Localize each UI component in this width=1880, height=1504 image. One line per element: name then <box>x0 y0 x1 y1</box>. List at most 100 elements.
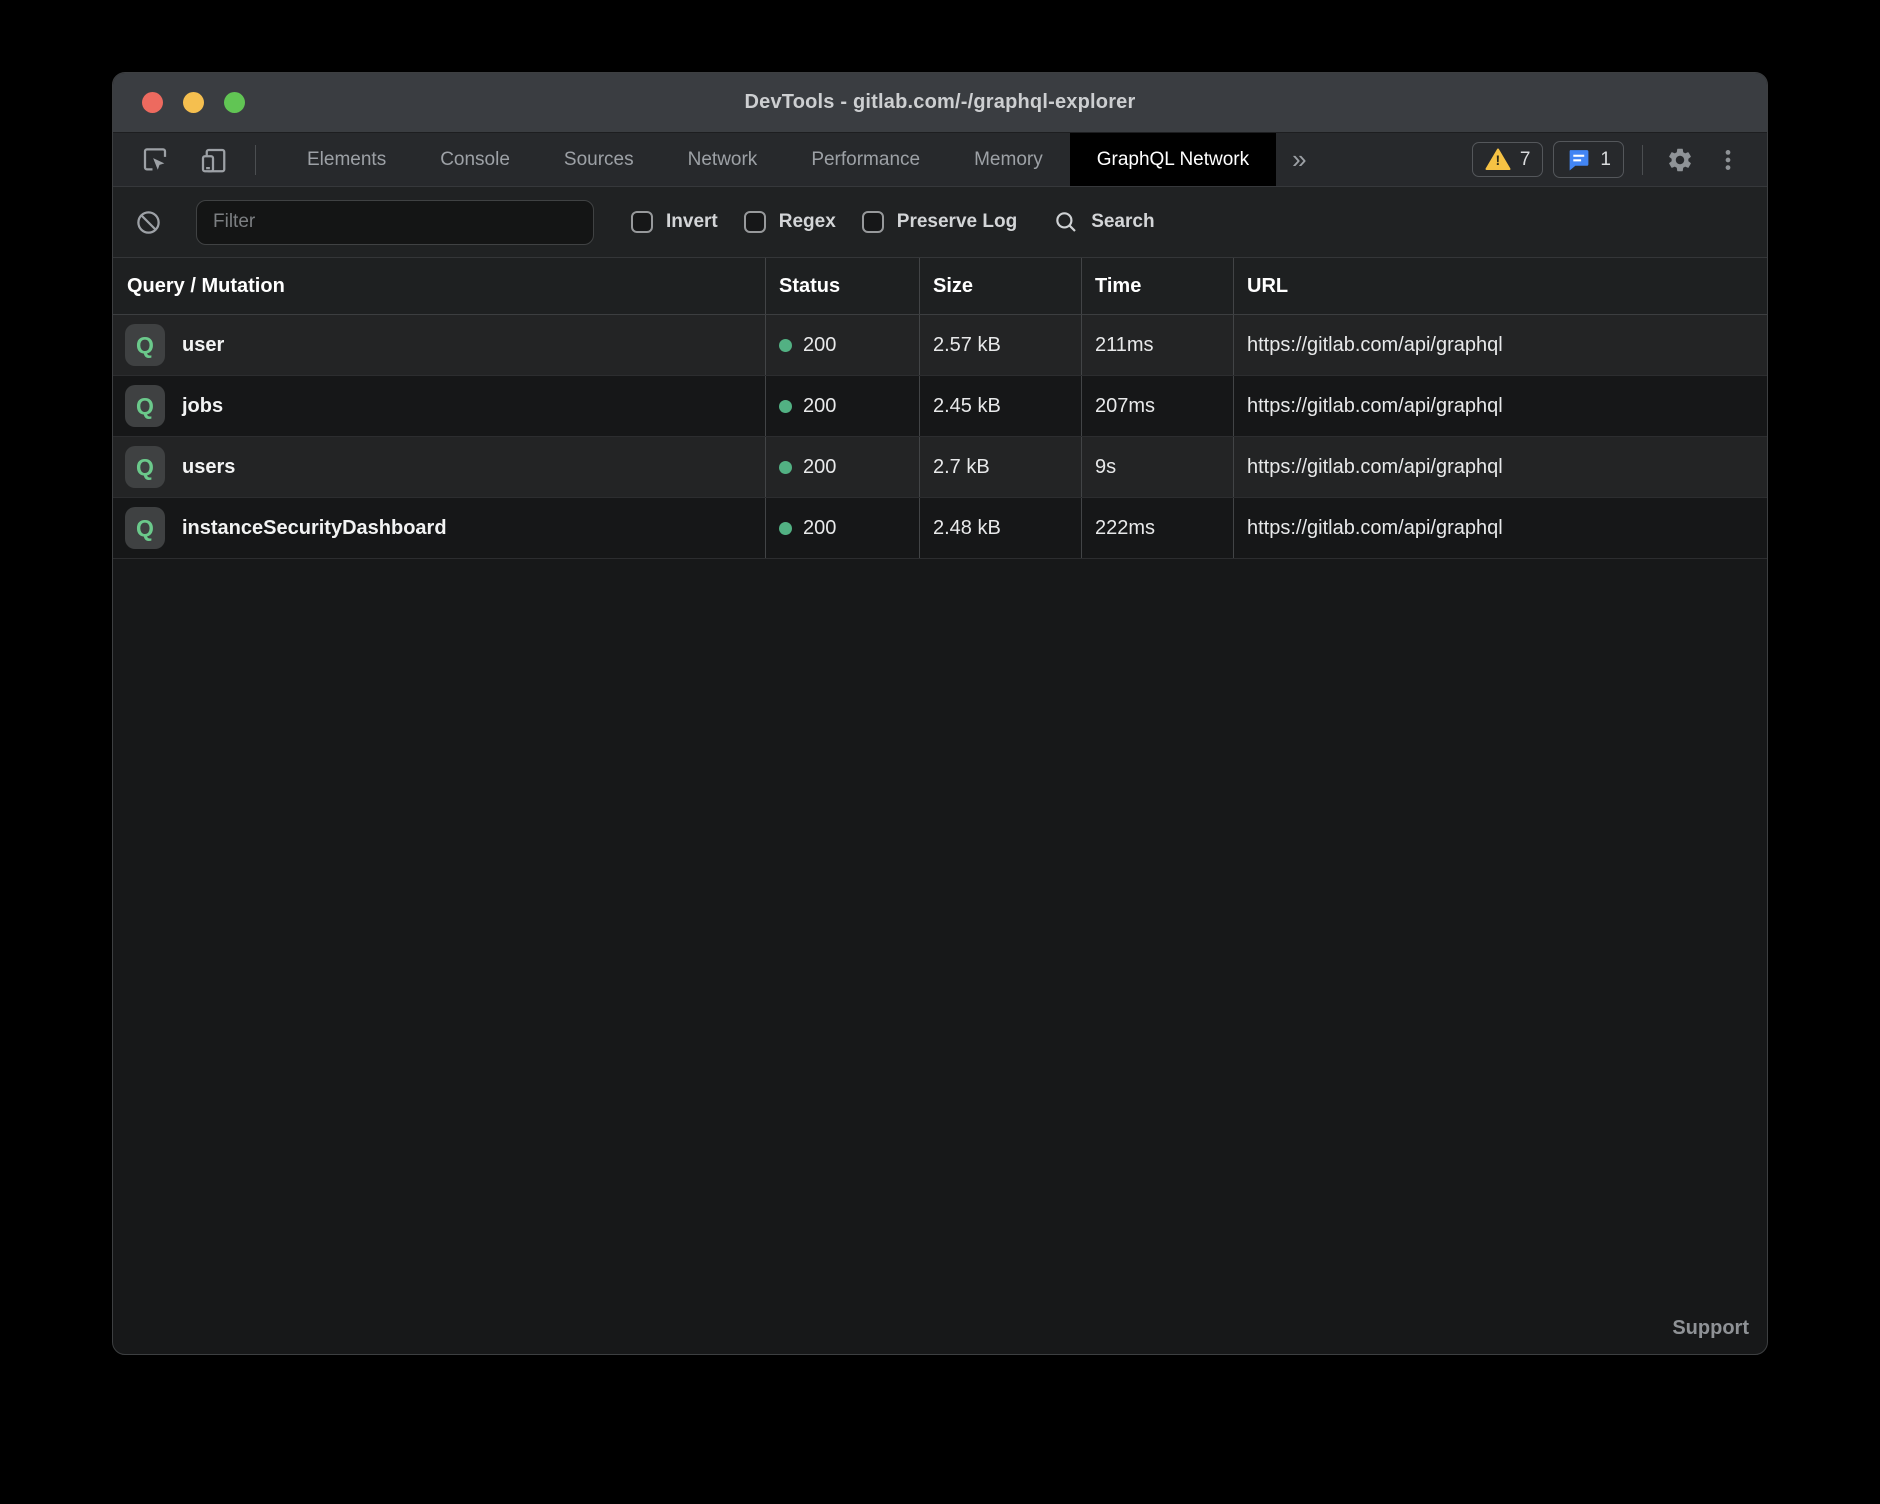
support-link[interactable]: Support <box>1672 1317 1749 1340</box>
query-type-badge: Q <box>125 507 165 549</box>
toolbar-left-icons <box>113 133 280 186</box>
cell-query: Q users <box>113 437 765 497</box>
window-titlebar: DevTools - gitlab.com/-/graphql-explorer <box>113 73 1767 133</box>
warning-triangle-icon: ! <box>1485 148 1511 171</box>
column-header-label: URL <box>1247 275 1288 298</box>
cell-query: Q instanceSecurityDashboard <box>113 498 765 558</box>
table-row[interactable]: Q instanceSecurityDashboard 200 2.48 kB … <box>113 498 1767 559</box>
size-value: 2.45 kB <box>933 395 1001 418</box>
cell-status: 200 <box>765 498 919 558</box>
cell-time: 207ms <box>1081 376 1233 436</box>
query-name: user <box>182 334 224 357</box>
status-ok-dot-icon <box>779 522 792 535</box>
tab-console[interactable]: Console <box>413 133 537 186</box>
column-header-label: Query / Mutation <box>127 275 285 298</box>
status-code: 200 <box>803 334 836 357</box>
panel-empty-area: Support <box>113 559 1767 1354</box>
tab-memory[interactable]: Memory <box>947 133 1070 186</box>
tab-performance[interactable]: Performance <box>784 133 947 186</box>
query-type-badge: Q <box>125 446 165 488</box>
search-control[interactable]: Search <box>1053 209 1154 235</box>
cell-status: 200 <box>765 376 919 436</box>
cell-status: 200 <box>765 315 919 375</box>
table-row[interactable]: Q jobs 200 2.45 kB 207ms https://gitlab.… <box>113 376 1767 437</box>
column-header-status[interactable]: Status <box>765 258 919 314</box>
time-value: 207ms <box>1095 395 1155 418</box>
tab-graphql-network[interactable]: GraphQL Network <box>1070 133 1276 186</box>
column-header-label: Status <box>779 275 840 298</box>
tab-sources[interactable]: Sources <box>537 133 661 186</box>
regex-label[interactable]: Regex <box>779 211 836 233</box>
toolbar-right-cluster: ! 7 1 <box>1472 133 1767 186</box>
warning-count: 7 <box>1520 149 1531 171</box>
size-value: 2.7 kB <box>933 456 990 479</box>
table-row[interactable]: Q users 200 2.7 kB 9s https://gitlab.com… <box>113 437 1767 498</box>
settings-gear-icon[interactable] <box>1661 141 1699 179</box>
url-value: https://gitlab.com/api/graphql <box>1247 456 1503 479</box>
tab-elements[interactable]: Elements <box>280 133 413 186</box>
warning-exclamation: ! <box>1485 152 1511 168</box>
devtools-tabbar: Elements Console Sources Network Perform… <box>113 133 1767 187</box>
status-code: 200 <box>803 517 836 540</box>
window-title: DevTools - gitlab.com/-/graphql-explorer <box>113 91 1767 114</box>
size-value: 2.48 kB <box>933 517 1001 540</box>
query-name: instanceSecurityDashboard <box>182 517 447 540</box>
tab-label: Sources <box>564 149 634 171</box>
preserve-log-checkbox-group: Preserve Log <box>862 211 1017 233</box>
time-value: 222ms <box>1095 517 1155 540</box>
toolbar-separator <box>255 145 256 175</box>
cell-size: 2.7 kB <box>919 437 1081 497</box>
filter-input[interactable] <box>196 200 594 245</box>
tab-label: Performance <box>811 149 920 171</box>
column-header-size[interactable]: Size <box>919 258 1081 314</box>
devtools-window: DevTools - gitlab.com/-/graphql-explorer <box>112 72 1768 1355</box>
preserve-log-checkbox[interactable] <box>862 211 884 233</box>
cell-query: Q user <box>113 315 765 375</box>
column-header-label: Time <box>1095 275 1141 298</box>
warnings-badge[interactable]: ! 7 <box>1472 142 1544 177</box>
cell-size: 2.48 kB <box>919 498 1081 558</box>
invert-label[interactable]: Invert <box>666 211 718 233</box>
tab-network[interactable]: Network <box>661 133 785 186</box>
device-toolbar-icon[interactable] <box>197 144 229 176</box>
cell-time: 222ms <box>1081 498 1233 558</box>
url-value: https://gitlab.com/api/graphql <box>1247 517 1503 540</box>
column-header-time[interactable]: Time <box>1081 258 1233 314</box>
tab-label: Console <box>440 149 510 171</box>
kebab-menu-icon[interactable] <box>1709 141 1747 179</box>
invert-checkbox[interactable] <box>631 211 653 233</box>
more-tabs-chevron-icon[interactable]: » <box>1276 133 1322 186</box>
table-header-row: Query / Mutation Status Size Time URL <box>113 258 1767 315</box>
preserve-log-label[interactable]: Preserve Log <box>897 211 1017 233</box>
status-code: 200 <box>803 395 836 418</box>
cell-url: https://gitlab.com/api/graphql <box>1233 315 1767 375</box>
cell-url: https://gitlab.com/api/graphql <box>1233 437 1767 497</box>
clear-block-icon[interactable] <box>129 203 167 241</box>
time-value: 211ms <box>1095 334 1154 357</box>
table-row[interactable]: Q user 200 2.57 kB 211ms https://gitlab.… <box>113 315 1767 376</box>
query-type-badge: Q <box>125 385 165 427</box>
messages-badge[interactable]: 1 <box>1553 141 1624 178</box>
query-type-badge: Q <box>125 324 165 366</box>
column-header-query-mutation[interactable]: Query / Mutation <box>113 258 765 314</box>
cell-time: 211ms <box>1081 315 1233 375</box>
cell-size: 2.57 kB <box>919 315 1081 375</box>
tab-label: Elements <box>307 149 386 171</box>
message-count: 1 <box>1600 149 1611 171</box>
column-header-url[interactable]: URL <box>1233 258 1767 314</box>
search-icon <box>1053 209 1079 235</box>
inspect-element-icon[interactable] <box>139 144 171 176</box>
query-name: users <box>182 456 235 479</box>
cell-time: 9s <box>1081 437 1233 497</box>
regex-checkbox[interactable] <box>744 211 766 233</box>
search-label: Search <box>1091 211 1154 233</box>
size-value: 2.57 kB <box>933 334 1001 357</box>
status-ok-dot-icon <box>779 461 792 474</box>
regex-checkbox-group: Regex <box>744 211 836 233</box>
url-value: https://gitlab.com/api/graphql <box>1247 334 1503 357</box>
toolbar-separator <box>1642 145 1643 175</box>
cell-url: https://gitlab.com/api/graphql <box>1233 376 1767 436</box>
invert-checkbox-group: Invert <box>631 211 718 233</box>
network-filter-bar: Invert Regex Preserve Log Search <box>113 187 1767 258</box>
status-ok-dot-icon <box>779 400 792 413</box>
